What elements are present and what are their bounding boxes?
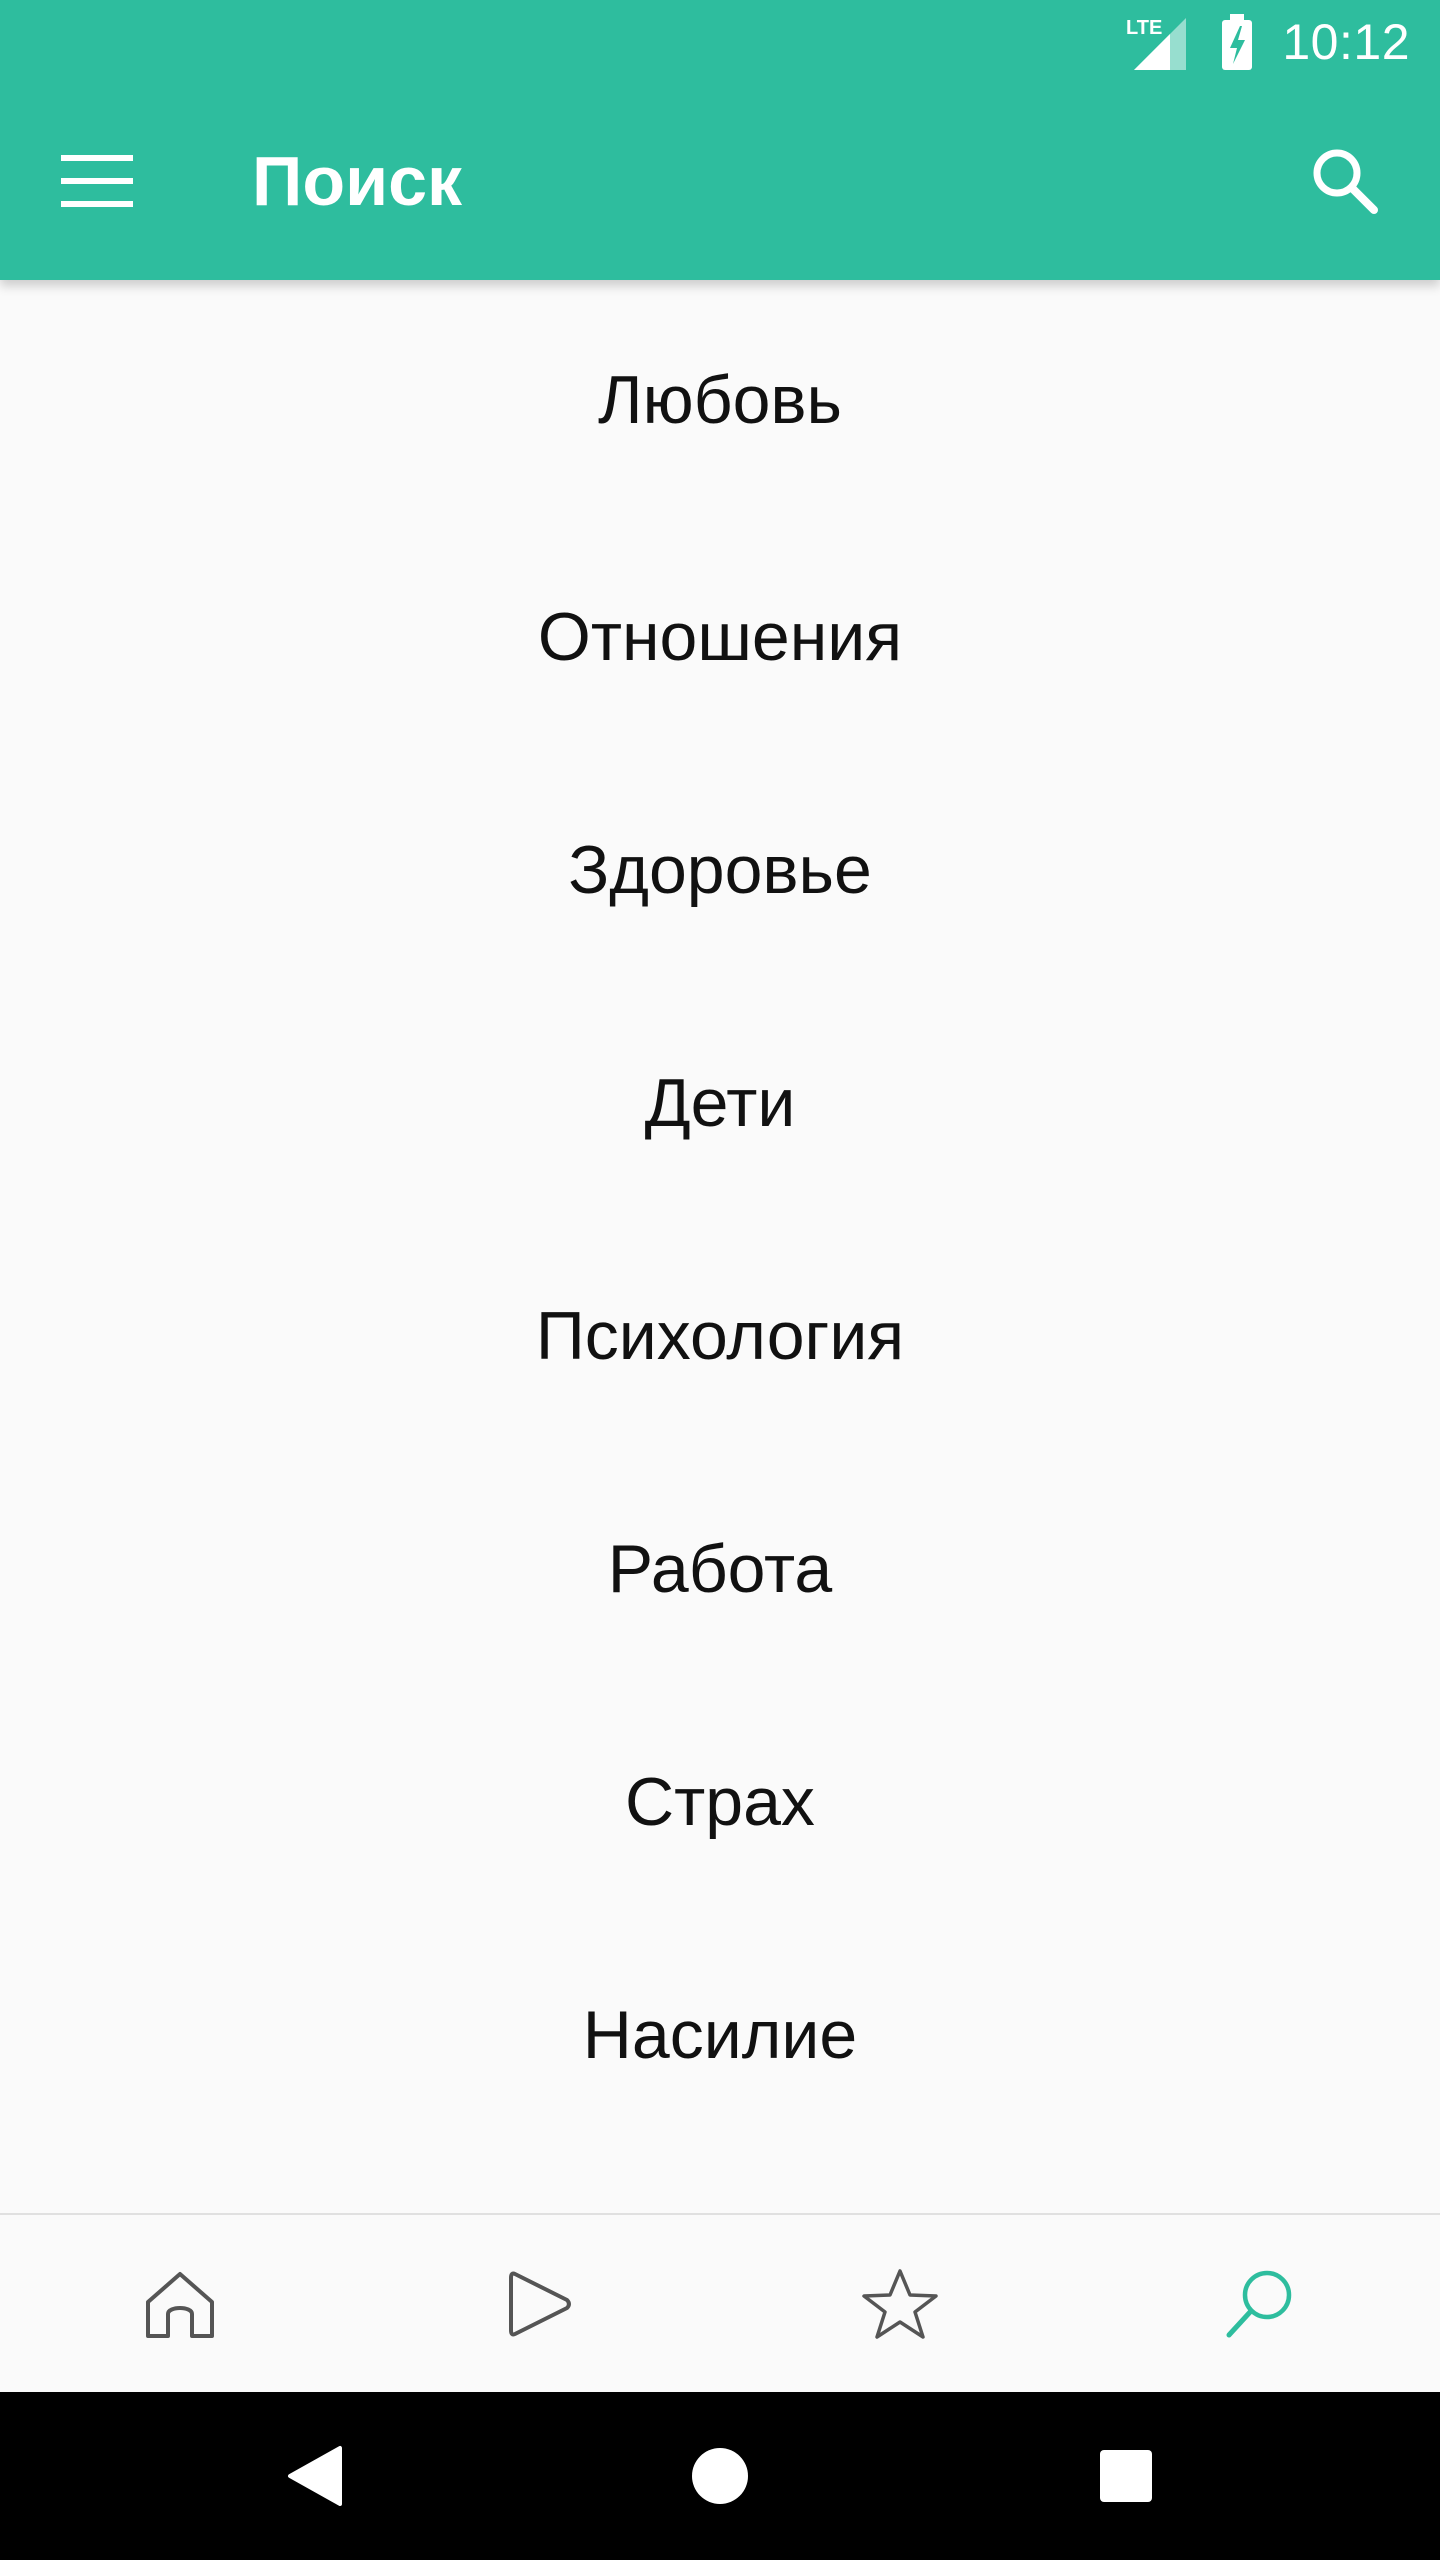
topic-list: Любовь Отношения Здоровье Дети Психологи… [0, 280, 1440, 2151]
nav-search[interactable] [1080, 2215, 1440, 2393]
toolbar-search-button[interactable] [1290, 136, 1400, 226]
recents-square-icon [1100, 2450, 1152, 2502]
nav-play[interactable] [360, 2215, 720, 2393]
app-bar: LTE 10:12 Поиск [0, 0, 1440, 280]
home-circle-icon [692, 2448, 748, 2504]
star-icon [862, 2269, 938, 2339]
menu-button[interactable] [42, 136, 152, 226]
page-title: Поиск [252, 142, 463, 220]
status-time: 10:12 [1282, 14, 1410, 70]
play-icon [509, 2271, 571, 2337]
battery-charging-icon [1218, 12, 1258, 72]
system-back-button[interactable] [266, 2426, 366, 2526]
list-item[interactable]: Страх [0, 1685, 1440, 1918]
search-icon [1226, 2270, 1292, 2338]
status-indicators: LTE 10:12 [1124, 10, 1410, 74]
list-item[interactable]: Насилие [0, 1918, 1440, 2151]
status-bar: LTE 10:12 [0, 0, 1440, 88]
back-triangle-icon [288, 2446, 342, 2506]
bottom-navigation [0, 2213, 1440, 2393]
lte-signal-icon: LTE [1124, 12, 1194, 72]
nav-favorites[interactable] [720, 2215, 1080, 2393]
toolbar: Поиск [0, 88, 1440, 280]
list-item[interactable]: Любовь [0, 280, 1440, 520]
nav-home[interactable] [0, 2215, 360, 2393]
list-item[interactable]: Отношения [0, 520, 1440, 753]
topic-list-container: Любовь Отношения Здоровье Дети Психологи… [0, 280, 1440, 2215]
system-home-button[interactable] [670, 2426, 770, 2526]
network-label: LTE [1126, 17, 1162, 39]
search-icon [1313, 149, 1378, 214]
list-item[interactable]: Психология [0, 1219, 1440, 1452]
list-item[interactable]: Дети [0, 986, 1440, 1219]
hamburger-menu-icon [61, 155, 133, 207]
home-icon [146, 2272, 214, 2338]
system-navigation-bar [0, 2392, 1440, 2560]
list-item[interactable]: Здоровье [0, 753, 1440, 986]
list-item[interactable]: Работа [0, 1452, 1440, 1685]
system-recents-button[interactable] [1076, 2426, 1176, 2526]
